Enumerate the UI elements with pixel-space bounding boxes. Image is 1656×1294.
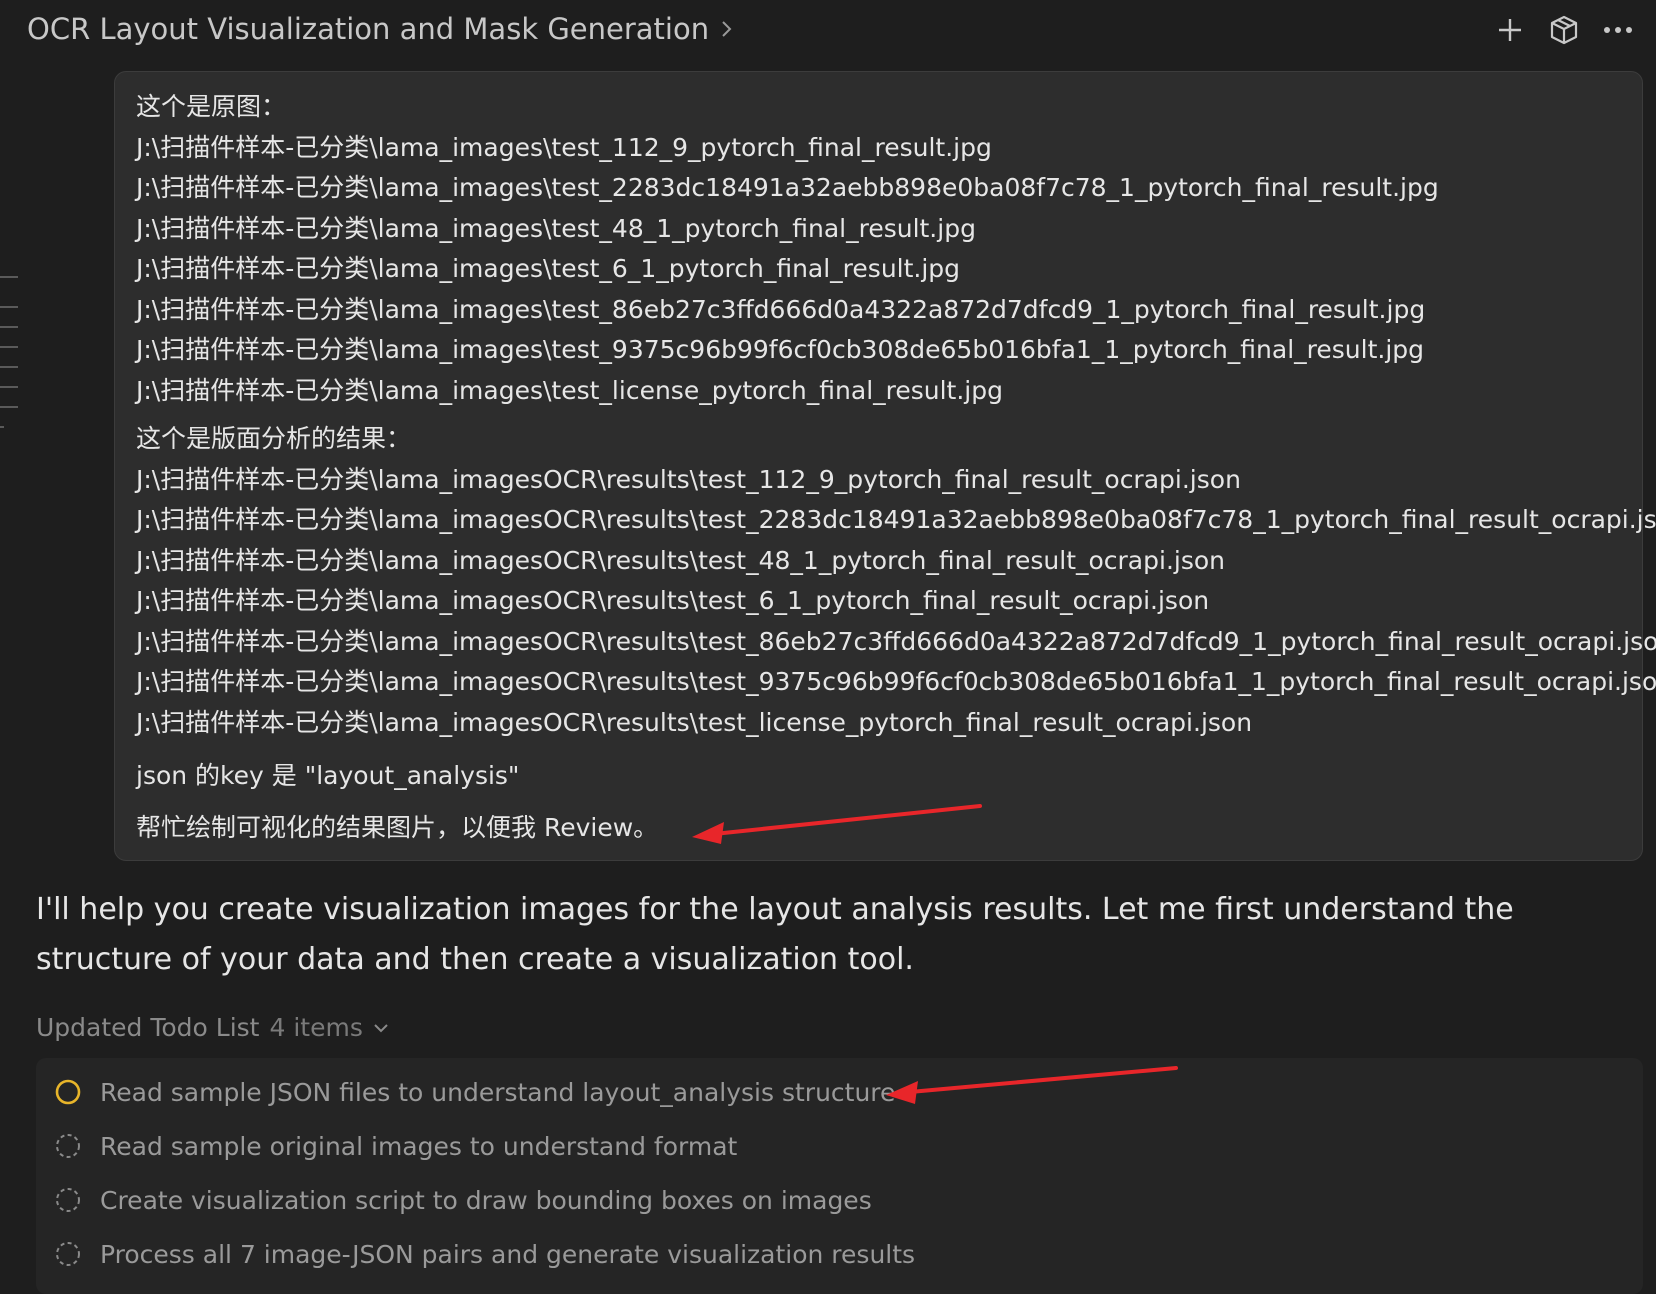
pending-circle-icon <box>56 1188 80 1212</box>
gutter-mark <box>0 426 4 428</box>
new-chat-button[interactable] <box>1488 8 1532 52</box>
todo-item[interactable]: Read sample original images to understan… <box>54 1126 737 1166</box>
more-options-button[interactable] <box>1596 8 1640 52</box>
user-message-line: json 的key 是 "layout_analysis" <box>136 761 520 790</box>
user-message-line: 这个是原图： <box>136 92 287 121</box>
todo-item-label: Read sample JSON files to understand lay… <box>100 1077 896 1107</box>
user-message-line: J:\扫描件样本-已分类\lama_images\test_86eb27c3ff… <box>136 295 1426 324</box>
gutter-mark <box>0 326 18 328</box>
conversation-title[interactable]: OCR Layout Visualization and Mask Genera… <box>27 12 733 46</box>
user-message-line: J:\扫描件样本-已分类\lama_images\test_9375c96b99… <box>136 335 1425 364</box>
assistant-message: I'll help you create visualization image… <box>36 892 1514 977</box>
gutter-mark <box>0 406 18 408</box>
cube-icon <box>1550 15 1578 45</box>
todo-list-title: Updated Todo List <box>36 1013 260 1042</box>
todo-item-label: Process all 7 image-JSON pairs and gener… <box>100 1239 916 1269</box>
todo-count: 4 items <box>269 1013 363 1042</box>
todo-item-label: Read sample original images to understan… <box>100 1131 738 1161</box>
conversation-title-text: OCR Layout Visualization and Mask Genera… <box>27 12 710 46</box>
user-message-line: J:\扫描件样本-已分类\lama_imagesOCR\results\test… <box>136 627 1656 656</box>
user-message-line: J:\扫描件样本-已分类\lama_images\test_112_9_pyto… <box>136 133 992 162</box>
pending-circle-icon <box>56 1134 80 1158</box>
todo-list-toggle[interactable]: Updated Todo List 4 items <box>36 1013 389 1042</box>
user-message-line: J:\扫描件样本-已分类\lama_images\test_license_py… <box>136 376 1003 405</box>
user-message-line: J:\扫描件样本-已分类\lama_images\test_2283dc1849… <box>136 173 1439 202</box>
gutter-mark <box>0 346 18 348</box>
plus-icon <box>1499 19 1521 41</box>
todo-item[interactable]: Create visualization script to draw boun… <box>54 1180 872 1220</box>
todo-item-label: Create visualization script to draw boun… <box>100 1185 872 1215</box>
user-message-line: J:\扫描件样本-已分类\lama_imagesOCR\results\test… <box>136 546 1226 575</box>
user-message-line: J:\扫描件样本-已分类\lama_imagesOCR\results\test… <box>136 586 1210 615</box>
gutter-mark <box>0 276 18 278</box>
gutter-mark <box>0 366 18 368</box>
user-message-line: J:\扫描件样本-已分类\lama_images\test_48_1_pytor… <box>136 214 976 243</box>
todo-panel: Read sample JSON files to understand lay… <box>36 1058 1643 1294</box>
header: OCR Layout Visualization and Mask Genera… <box>0 0 1656 60</box>
chevron-down-icon <box>374 1023 388 1032</box>
user-message-line: J:\扫描件样本-已分类\lama_imagesOCR\results\test… <box>136 505 1656 534</box>
package-button[interactable] <box>1542 8 1586 52</box>
todo-item[interactable]: Read sample JSON files to understand lay… <box>54 1072 895 1112</box>
user-message-line: 这个是版面分析的结果： <box>136 424 412 453</box>
gutter-mark <box>0 386 18 388</box>
todo-item[interactable]: Process all 7 image-JSON pairs and gener… <box>54 1234 915 1274</box>
user-message-line: J:\扫描件样本-已分类\lama_imagesOCR\results\test… <box>136 667 1656 696</box>
in-progress-circle-icon <box>55 1079 81 1105</box>
user-message-line: J:\扫描件样本-已分类\lama_imagesOCR\results\test… <box>136 708 1253 737</box>
user-message-bubble[interactable]: 这个是原图： J:\扫描件样本-已分类\lama_images\test_112… <box>114 71 1656 861</box>
pending-circle-icon <box>56 1242 80 1266</box>
more-icon <box>1604 27 1632 33</box>
chevron-right-icon <box>722 21 732 37</box>
user-message-line: J:\扫描件样本-已分类\lama_imagesOCR\results\test… <box>136 465 1241 494</box>
chat-window: OCR Layout Visualization and Mask Genera… <box>0 0 1656 1294</box>
user-message-line: 帮忙绘制可视化的结果图片，以便我 Review。 <box>136 813 659 842</box>
gutter-mark <box>0 306 18 308</box>
user-message-line: J:\扫描件样本-已分类\lama_images\test_6_1_pytorc… <box>136 254 961 283</box>
